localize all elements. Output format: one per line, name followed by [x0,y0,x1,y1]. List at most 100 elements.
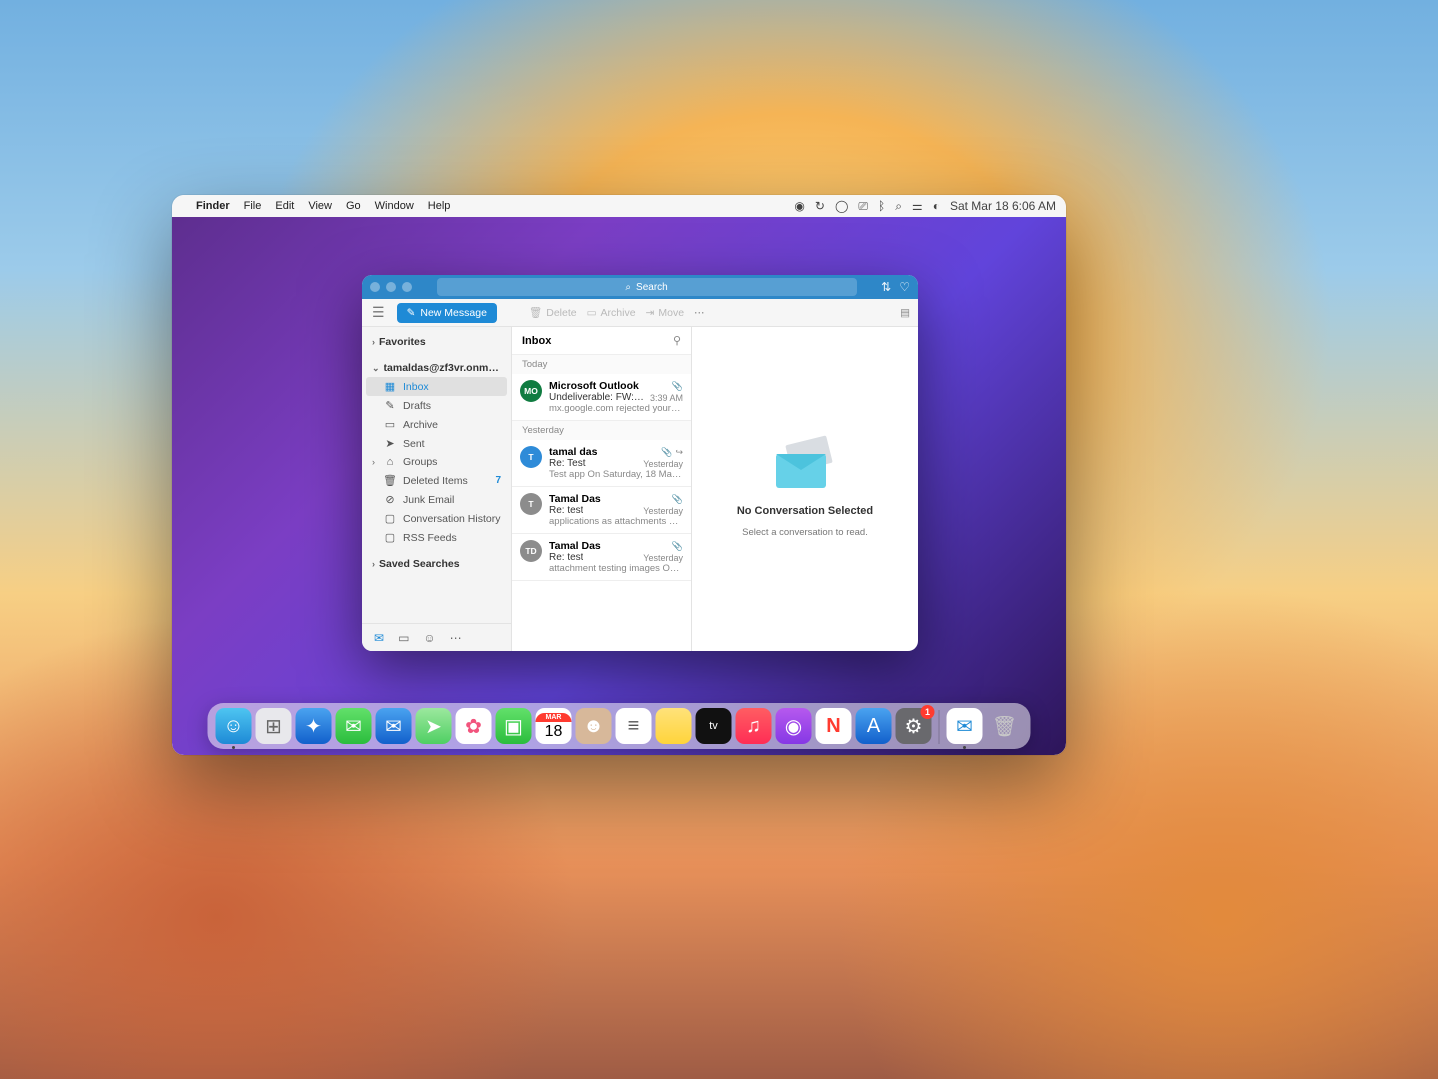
window-controls [370,282,412,292]
avatar: TD [520,540,542,562]
message-item[interactable]: Ttamal das📎↪Re: TestYesterdayTest app On… [512,440,691,487]
menu-help[interactable]: Help [428,200,451,212]
search-input[interactable]: ⌕ Search [437,278,857,296]
reading-pane-toggle[interactable]: ▤ [900,307,910,319]
status-display-icon[interactable]: ⎚ [858,199,868,214]
dock-launchpad[interactable]: ⊞ [256,708,292,744]
menubar-app[interactable]: Finder [196,200,230,212]
menubar: Finder File Edit View Go Window Help ◉ ↻… [172,195,1066,217]
menu-window[interactable]: Window [375,200,414,212]
delete-button[interactable]: 🗑Delete [529,306,577,319]
status-bluetooth-icon[interactable]: ᛒ [878,199,885,213]
sidebar-saved-searches[interactable]: ›Saved Searches [362,553,511,575]
outlook-titlebar[interactable]: ⌕ Search ⇅ ♡ [362,275,918,299]
sidebar-item-junk-email[interactable]: ⊘Junk Email [362,490,511,509]
dock-tv[interactable]: tv [696,708,732,744]
dock-music[interactable]: ♫ [736,708,772,744]
more-actions-button[interactable]: ⋯ [694,307,705,319]
close-button[interactable] [370,282,380,292]
message-subject: Undeliverable: FW: Test [549,392,646,403]
sidebar-item-inbox[interactable]: ▦Inbox [366,377,507,396]
dock-separator [939,710,940,744]
move-icon: ⇥ [646,307,655,319]
more-modules-icon[interactable]: ⋯ [450,631,462,645]
menubar-datetime[interactable]: Sat Mar 18 6:06 AM [950,199,1056,213]
dock-news[interactable]: N [816,708,852,744]
sidebar-item-groups[interactable]: ›⌂Groups [362,453,511,471]
message-item[interactable]: TTamal Das📎Re: testYesterdayapplications… [512,487,691,534]
mac-desktop-window: Finder File Edit View Go Window Help ◉ ↻… [172,195,1066,755]
dock-reminders[interactable]: ≡ [616,708,652,744]
dock-contacts[interactable]: ☻ [576,708,612,744]
dock-facetime[interactable]: ▣ [496,708,532,744]
menu-file[interactable]: File [244,200,262,212]
status-spotlight-icon[interactable]: ⌕ [895,199,902,214]
badge: 1 [921,705,935,719]
move-button[interactable]: ⇥Move [646,307,685,319]
mail-module-icon[interactable]: ✉ [374,631,384,645]
avatar: MO [520,380,542,402]
dock: ☺⊞✦✉✉➤✿▣MAR18☻≡tv♫◉NA⚙1✉🗑 [208,703,1031,749]
hamburger-icon[interactable]: ☰ [370,304,387,321]
dock-podcasts[interactable]: ◉ [776,708,812,744]
sidebar-favorites[interactable]: ›Favorites [362,331,511,353]
menu-edit[interactable]: Edit [275,200,294,212]
status-record-icon[interactable]: ◉ [794,199,804,213]
envelope-illustration [770,440,840,495]
dock-notes[interactable] [656,708,692,744]
reading-pane-subtitle: Select a conversation to read. [742,527,868,538]
message-subject: Re: test [549,552,583,563]
message-time: Yesterday [643,506,683,516]
dock-safari[interactable]: ✦ [296,708,332,744]
sidebar-item-rss-feeds[interactable]: ▢RSS Feeds [362,528,511,547]
dock-appstore[interactable]: A [856,708,892,744]
notifications-icon[interactable]: ♡ [899,280,910,294]
dock-settings[interactable]: ⚙1 [896,708,932,744]
sidebar-item-sent[interactable]: ➤Sent [362,434,511,453]
people-module-icon[interactable]: ☺ [423,631,435,645]
zoom-button[interactable] [402,282,412,292]
trash-icon: 🗑 [529,306,542,319]
sidebar-item-deleted-items[interactable]: 🗑Deleted Items7 [362,471,511,490]
message-item[interactable]: MOMicrosoft Outlook📎Undeliverable: FW: T… [512,374,691,421]
dock-trash[interactable]: 🗑 [987,708,1023,744]
dock-mail[interactable]: ✉ [376,708,412,744]
drafts-icon: ✎ [384,399,396,412]
dock-calendar[interactable]: MAR18 [536,708,572,744]
sidebar-item-archive[interactable]: ▭Archive [362,415,511,434]
search-icon: ⌕ [625,282,631,293]
archive-icon: ▭ [587,307,597,319]
menu-go[interactable]: Go [346,200,361,212]
new-message-button[interactable]: ✎ New Message [397,303,497,323]
avatar: T [520,493,542,515]
dock-messages[interactable]: ✉ [336,708,372,744]
message-time: Yesterday [643,553,683,563]
status-control-center-icon[interactable]: ⚌ [912,199,923,213]
reading-pane: No Conversation Selected Select a conver… [692,327,918,651]
status-user-icon[interactable]: ◯ [835,199,848,213]
archive-button[interactable]: ▭Archive [587,307,636,319]
filter-button[interactable]: ⚲ [673,334,681,347]
message-item[interactable]: TDTamal Das📎Re: testYesterdayattachment … [512,534,691,581]
attachment-icon: 📎 [672,541,683,552]
dock-photos[interactable]: ✿ [456,708,492,744]
dock-finder[interactable]: ☺ [216,708,252,744]
status-timemachine-icon[interactable]: ↻ [815,199,825,213]
message-subject: Re: Test [549,458,586,469]
dock-maps[interactable]: ➤ [416,708,452,744]
message-preview: Test app On Saturday, 18 March, 20... [549,469,683,480]
sidebar-item-conversation-history[interactable]: ▢Conversation History [362,509,511,528]
sidebar-account[interactable]: ⌄tamaldas@zf3vr.onmicroso... [362,357,511,377]
attachment-icon: 📎 [672,494,683,505]
list-title: Inbox [522,335,551,347]
group-header: Today [512,355,691,374]
sidebar-item-drafts[interactable]: ✎Drafts [362,396,511,415]
message-preview: attachment testing images On Sat,... [549,563,683,574]
menu-view[interactable]: View [308,200,332,212]
calendar-module-icon[interactable]: ▭ [398,631,409,645]
minimize-button[interactable] [386,282,396,292]
status-siri-icon[interactable]: ◐ [933,199,940,213]
sync-error-icon[interactable]: ⇅ [881,280,891,294]
groups-icon: ⌂ [384,456,396,468]
dock-outlook[interactable]: ✉ [947,708,983,744]
